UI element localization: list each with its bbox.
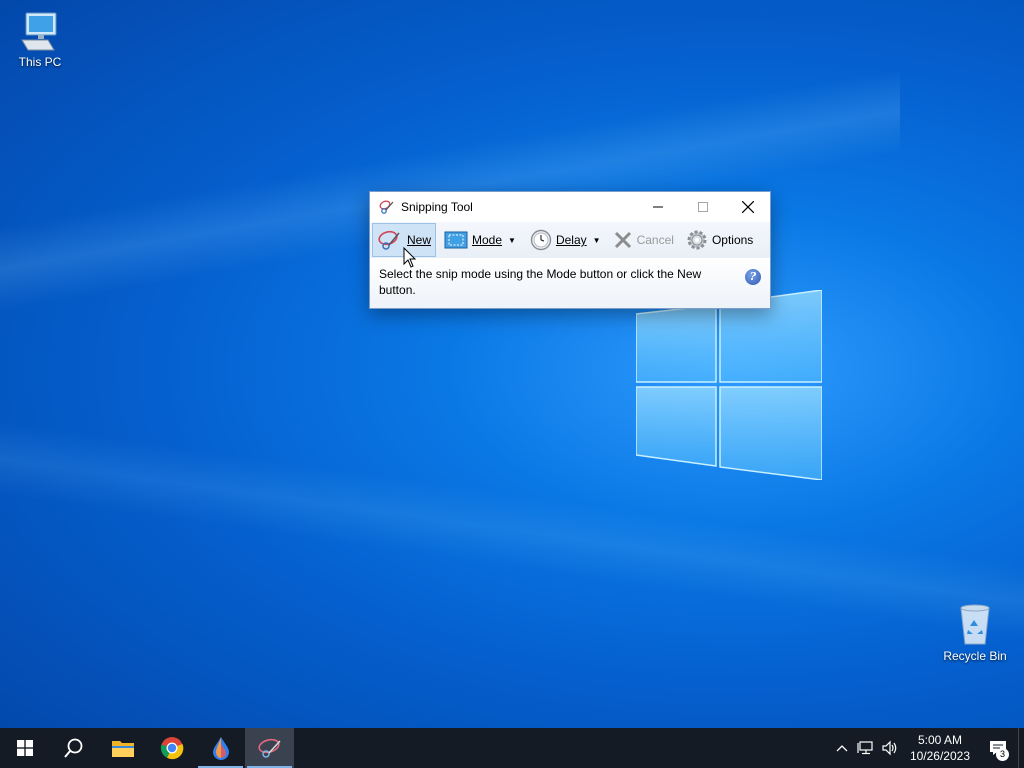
show-hidden-icons-button[interactable] xyxy=(830,728,854,768)
notification-badge: 3 xyxy=(996,748,1009,761)
mode-rectangle-icon xyxy=(444,231,468,249)
minimize-button[interactable] xyxy=(635,192,680,222)
cancel-button: Cancel xyxy=(609,223,678,257)
options-button[interactable]: Options xyxy=(682,223,757,257)
wallpaper-light-beam xyxy=(0,420,1024,640)
gear-icon xyxy=(687,230,707,250)
status-message-area: Select the snip mode using the Mode butt… xyxy=(370,258,770,308)
show-desktop-button[interactable] xyxy=(1018,728,1024,768)
taskbar-clock[interactable]: 5:00 AM 10/26/2023 xyxy=(902,732,978,764)
chevron-up-icon xyxy=(836,745,848,752)
mode-button[interactable]: Mode ▼ xyxy=(440,223,520,257)
close-button[interactable] xyxy=(725,192,770,222)
taskbar-file-explorer[interactable] xyxy=(98,728,147,768)
clock-time: 5:00 AM xyxy=(917,733,962,747)
drop-icon xyxy=(212,737,229,760)
chrome-icon xyxy=(160,737,183,760)
window-title: Snipping Tool xyxy=(401,200,473,214)
chevron-down-icon[interactable]: ▼ xyxy=(508,236,516,245)
folder-icon xyxy=(111,741,134,757)
taskbar-paint[interactable] xyxy=(196,728,245,768)
clock-date: 10/26/2023 xyxy=(909,749,970,763)
volume-button[interactable] xyxy=(878,728,902,768)
desktop-icon-recycle-bin[interactable]: Recycle Bin xyxy=(935,602,1015,663)
new-button-label: New xyxy=(407,233,432,247)
maximize-button xyxy=(680,192,725,222)
network-button[interactable] xyxy=(854,728,878,768)
chevron-down-icon[interactable]: ▼ xyxy=(593,236,601,245)
clock-icon xyxy=(530,229,552,251)
status-message: Select the snip mode using the Mode butt… xyxy=(379,267,702,297)
windows-start-icon xyxy=(16,740,33,756)
scissors-icon xyxy=(379,200,394,214)
taskbar-snipping-tool[interactable] xyxy=(245,728,294,768)
mouse-cursor-icon xyxy=(403,247,417,268)
action-center-button[interactable]: 3 xyxy=(978,728,1018,768)
title-bar[interactable]: Snipping Tool xyxy=(370,192,770,222)
help-icon[interactable]: ? xyxy=(745,269,761,285)
search-button[interactable] xyxy=(49,728,98,768)
computer-icon xyxy=(21,12,57,51)
cancel-button-label: Cancel xyxy=(636,233,674,247)
close-icon xyxy=(741,201,754,213)
mode-button-label: Mode xyxy=(472,233,503,247)
system-tray: 5:00 AM 10/26/2023 3 xyxy=(830,728,1024,768)
taskbar-chrome[interactable] xyxy=(147,728,196,768)
new-snip-icon xyxy=(378,230,400,250)
snipping-tool-window: Snipping Tool New Mode ▼ Delay ▼ Cancel … xyxy=(369,191,771,309)
network-icon xyxy=(857,741,873,755)
cancel-x-icon xyxy=(614,231,631,249)
minimize-icon xyxy=(652,206,663,208)
speaker-icon xyxy=(882,740,897,756)
start-button[interactable] xyxy=(0,728,49,768)
recycle-bin-icon xyxy=(960,604,990,645)
desktop-icon-this-pc[interactable]: This PC xyxy=(0,10,80,69)
maximize-icon xyxy=(697,202,708,212)
search-icon xyxy=(63,738,82,758)
windows-logo-wallpaper xyxy=(636,290,822,480)
taskbar: 5:00 AM 10/26/2023 3 xyxy=(0,728,1024,768)
desktop-icon-label: Recycle Bin xyxy=(943,649,1007,663)
scissors-icon xyxy=(257,738,281,758)
toolbar: New Mode ▼ Delay ▼ Cancel Options xyxy=(370,222,770,258)
options-button-label: Options xyxy=(711,233,754,247)
desktop-icon-label: This PC xyxy=(18,55,62,69)
delay-button[interactable]: Delay ▼ xyxy=(526,223,605,257)
delay-button-label: Delay xyxy=(555,233,587,247)
